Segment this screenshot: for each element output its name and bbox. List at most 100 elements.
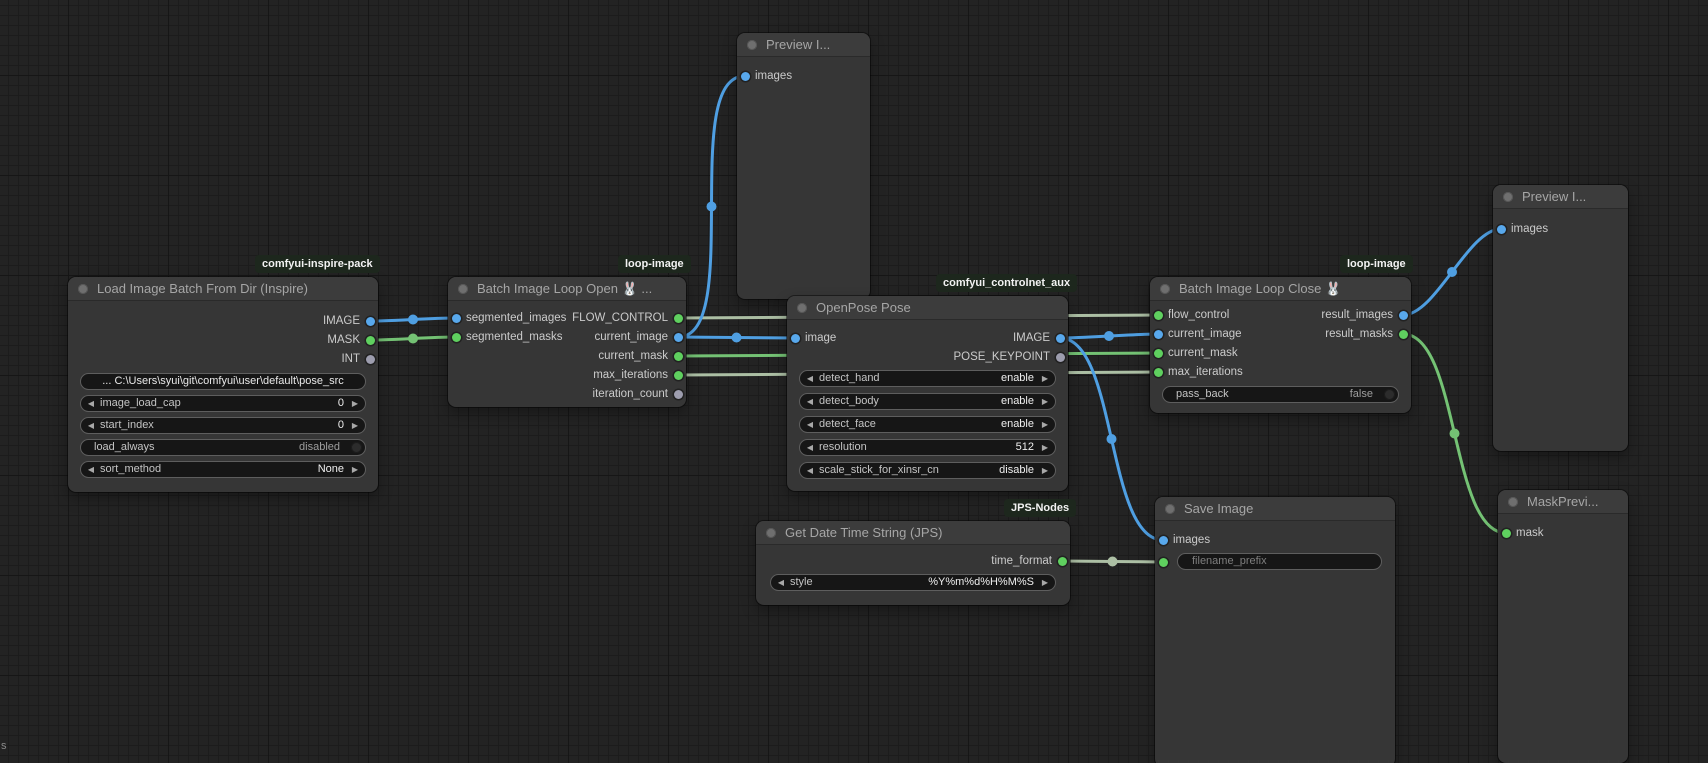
node-get-date-time-string[interactable]: Get Date Time String (JPS) time_format ◀… xyxy=(756,521,1070,605)
increment-arrow-icon[interactable]: ▶ xyxy=(348,462,362,477)
node-openpose-pose[interactable]: OpenPose Pose image IMAGE POSE_KEYPOINT … xyxy=(787,296,1068,491)
wire-result_images-to-preview[interactable] xyxy=(1403,229,1501,315)
node-title-bar[interactable]: Batch Image Loop Open 🐰 ... xyxy=(448,277,686,301)
increment-arrow-icon[interactable]: ▶ xyxy=(1038,394,1052,409)
port-dot-mask[interactable] xyxy=(366,336,375,345)
widget-start-index[interactable]: ◀ start_index 0 ▶ xyxy=(80,417,366,434)
wire-image-to-segmented_images[interactable] xyxy=(370,315,456,325)
port-dot-pose-keypoint[interactable] xyxy=(1056,353,1065,362)
port-dot-image[interactable] xyxy=(791,334,800,343)
increment-arrow-icon[interactable]: ▶ xyxy=(1038,371,1052,386)
port-dot-current-mask[interactable] xyxy=(674,352,683,361)
node-title-bar[interactable]: Preview I... xyxy=(1493,185,1628,209)
decrement-arrow-icon[interactable]: ◀ xyxy=(84,462,98,477)
node-batch-image-loop-open[interactable]: Batch Image Loop Open 🐰 ... segmented_im… xyxy=(448,277,686,407)
port-dot-image[interactable] xyxy=(366,317,375,326)
wire-midpoint-dot[interactable] xyxy=(707,202,717,212)
wire-midpoint-dot[interactable] xyxy=(408,334,418,344)
wire-result_masks-to-maskpreview[interactable] xyxy=(1403,334,1506,533)
widget-load-always[interactable]: load_always disabled xyxy=(80,439,366,456)
widget-pass-back[interactable]: pass_back false xyxy=(1162,386,1399,403)
node-load-image-batch[interactable]: Load Image Batch From Dir (Inspire) IMAG… xyxy=(68,277,378,492)
increment-arrow-icon[interactable]: ▶ xyxy=(1038,440,1052,455)
port-dot-max-iterations[interactable] xyxy=(1154,368,1163,377)
wire-current_image-to-openpose[interactable] xyxy=(678,333,795,343)
wire-openpose-image-to-close[interactable] xyxy=(1060,331,1158,341)
widget-sort-method[interactable]: ◀ sort_method None ▶ xyxy=(80,461,366,478)
port-dot-mask[interactable] xyxy=(1502,529,1511,538)
port-dot-current-mask[interactable] xyxy=(1154,349,1163,358)
wire-mask-to-segmented_masks[interactable] xyxy=(370,334,456,344)
node-graph-canvas[interactable]: comfyui-inspire-pack loop-image comfyui_… xyxy=(0,0,1708,763)
collapse-dot[interactable] xyxy=(797,303,807,313)
collapse-dot[interactable] xyxy=(747,40,757,50)
decrement-arrow-icon[interactable]: ◀ xyxy=(774,575,788,590)
node-mask-preview[interactable]: MaskPrevi... mask xyxy=(1498,490,1628,763)
increment-arrow-icon[interactable]: ▶ xyxy=(348,418,362,433)
node-title-bar[interactable]: OpenPose Pose xyxy=(787,296,1068,320)
node-title-bar[interactable]: Preview I... xyxy=(737,33,870,57)
wire-midpoint-dot[interactable] xyxy=(1108,557,1118,567)
decrement-arrow-icon[interactable]: ◀ xyxy=(803,463,817,478)
node-batch-image-loop-close[interactable]: Batch Image Loop Close 🐰 flow_control cu… xyxy=(1150,277,1411,413)
increment-arrow-icon[interactable]: ▶ xyxy=(1038,463,1052,478)
increment-arrow-icon[interactable]: ▶ xyxy=(1038,575,1052,590)
node-save-image[interactable]: Save Image images filename_prefix xyxy=(1155,497,1395,763)
port-dot-filename-prefix[interactable] xyxy=(1159,558,1168,567)
widget-resolution[interactable]: ◀ resolution 512 ▶ xyxy=(799,439,1056,456)
node-title-bar[interactable]: MaskPrevi... xyxy=(1498,490,1628,514)
decrement-arrow-icon[interactable]: ◀ xyxy=(803,440,817,455)
port-dot-images[interactable] xyxy=(1497,225,1506,234)
wire-midpoint-dot[interactable] xyxy=(408,315,418,325)
decrement-arrow-icon[interactable]: ◀ xyxy=(803,371,817,386)
widget-filename-prefix[interactable]: filename_prefix xyxy=(1177,553,1382,570)
toggle-icon[interactable] xyxy=(1384,389,1395,400)
wire-midpoint-dot[interactable] xyxy=(1447,267,1457,277)
node-title-bar[interactable]: Load Image Batch From Dir (Inspire) xyxy=(68,277,378,301)
port-dot-current-image[interactable] xyxy=(1154,330,1163,339)
collapse-dot[interactable] xyxy=(78,284,88,294)
port-dot-int[interactable] xyxy=(366,355,375,364)
port-dot-flow-control[interactable] xyxy=(674,314,683,323)
collapse-dot[interactable] xyxy=(1508,497,1518,507)
port-dot-images[interactable] xyxy=(741,72,750,81)
node-preview-image-right[interactable]: Preview I... images xyxy=(1493,185,1628,451)
increment-arrow-icon[interactable]: ▶ xyxy=(1038,417,1052,432)
port-dot-iteration-count[interactable] xyxy=(674,390,683,399)
port-dot-result-masks[interactable] xyxy=(1399,330,1408,339)
increment-arrow-icon[interactable]: ▶ xyxy=(348,396,362,411)
collapse-dot[interactable] xyxy=(766,528,776,538)
port-dot-result-images[interactable] xyxy=(1399,311,1408,320)
decrement-arrow-icon[interactable]: ◀ xyxy=(84,418,98,433)
widget-image-load-cap[interactable]: ◀ image_load_cap 0 ▶ xyxy=(80,395,366,412)
wire-midpoint-dot[interactable] xyxy=(1450,429,1460,439)
port-dot-segmented-images[interactable] xyxy=(452,314,461,323)
decrement-arrow-icon[interactable]: ◀ xyxy=(803,394,817,409)
node-preview-image-top[interactable]: Preview I... images xyxy=(737,33,870,299)
port-dot-time-format[interactable] xyxy=(1058,557,1067,566)
wire-time_format-to-filename_prefix[interactable] xyxy=(1062,557,1163,567)
wire-midpoint-dot[interactable] xyxy=(1107,434,1117,444)
collapse-dot[interactable] xyxy=(1165,504,1175,514)
node-title-bar[interactable]: Get Date Time String (JPS) xyxy=(756,521,1070,545)
wire-midpoint-dot[interactable] xyxy=(1104,331,1114,341)
port-dot-images[interactable] xyxy=(1159,536,1168,545)
widget-detect-body[interactable]: ◀ detect_body enable ▶ xyxy=(799,393,1056,410)
collapse-dot[interactable] xyxy=(1160,284,1170,294)
wire-midpoint-dot[interactable] xyxy=(732,333,742,343)
port-dot-flow-control[interactable] xyxy=(1154,311,1163,320)
widget-detect-face[interactable]: ◀ detect_face enable ▶ xyxy=(799,416,1056,433)
node-title-bar[interactable]: Save Image xyxy=(1155,497,1395,521)
decrement-arrow-icon[interactable]: ◀ xyxy=(84,396,98,411)
toggle-icon[interactable] xyxy=(351,442,362,453)
collapse-dot[interactable] xyxy=(1503,192,1513,202)
port-dot-max-iterations[interactable] xyxy=(674,371,683,380)
widget-detect-hand[interactable]: ◀ detect_hand enable ▶ xyxy=(799,370,1056,387)
widget-scale-stick[interactable]: ◀ scale_stick_for_xinsr_cn disable ▶ xyxy=(799,462,1056,479)
port-dot-image-out[interactable] xyxy=(1056,334,1065,343)
collapse-dot[interactable] xyxy=(458,284,468,294)
port-dot-segmented-masks[interactable] xyxy=(452,333,461,342)
port-dot-current-image[interactable] xyxy=(674,333,683,342)
wire-current_image-to-preview[interactable] xyxy=(678,76,745,337)
decrement-arrow-icon[interactable]: ◀ xyxy=(803,417,817,432)
